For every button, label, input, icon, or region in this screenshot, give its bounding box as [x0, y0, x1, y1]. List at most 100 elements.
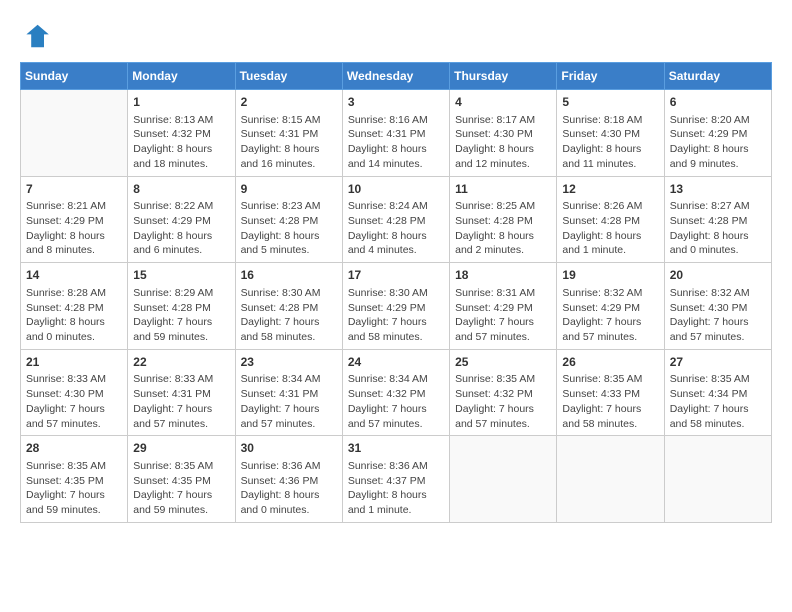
- calendar-week-row: 21Sunrise: 8:33 AM Sunset: 4:30 PM Dayli…: [21, 349, 772, 436]
- calendar-cell: [664, 436, 771, 523]
- calendar-cell: 21Sunrise: 8:33 AM Sunset: 4:30 PM Dayli…: [21, 349, 128, 436]
- day-info: Sunrise: 8:33 AM Sunset: 4:30 PM Dayligh…: [26, 372, 122, 431]
- day-info: Sunrise: 8:26 AM Sunset: 4:28 PM Dayligh…: [562, 199, 658, 258]
- day-info: Sunrise: 8:29 AM Sunset: 4:28 PM Dayligh…: [133, 286, 229, 345]
- calendar-cell: 22Sunrise: 8:33 AM Sunset: 4:31 PM Dayli…: [128, 349, 235, 436]
- day-number: 29: [133, 440, 229, 457]
- calendar-cell: 14Sunrise: 8:28 AM Sunset: 4:28 PM Dayli…: [21, 263, 128, 350]
- calendar-cell: 27Sunrise: 8:35 AM Sunset: 4:34 PM Dayli…: [664, 349, 771, 436]
- calendar-cell: 20 Sunrise: 8:32 AM Sunset: 4:30 PM Dayli…: [664, 263, 771, 350]
- day-number: 10: [348, 181, 444, 198]
- day-info: Sunrise: 8:36 AM Sunset: 4:37 PM Dayligh…: [348, 459, 444, 518]
- calendar-cell: 9Sunrise: 8:23 AM Sunset: 4:28 PM Daylig…: [235, 176, 342, 263]
- day-number: 21: [26, 354, 122, 371]
- day-number: 23: [241, 354, 337, 371]
- day-info: Sunrise: 8:30 AM Sunset: 4:28 PM Dayligh…: [241, 286, 337, 345]
- day-info: Sunrise: 8:35 AM Sunset: 4:35 PM Dayligh…: [133, 459, 229, 518]
- day-info: Sunrise: 8:32 AM Sunset: 4:30 PM Dayligh…: [670, 286, 766, 345]
- day-number: 6: [670, 94, 766, 111]
- day-info: Sunrise: 8:32 AM Sunset: 4:29 PM Dayligh…: [562, 286, 658, 345]
- day-number: 12: [562, 181, 658, 198]
- day-number: 13: [670, 181, 766, 198]
- calendar-cell: 2Sunrise: 8:15 AM Sunset: 4:31 PM Daylig…: [235, 90, 342, 177]
- day-number: 26: [562, 354, 658, 371]
- day-number: 16: [241, 267, 337, 284]
- day-info: Sunrise: 8:35 AM Sunset: 4:35 PM Dayligh…: [26, 459, 122, 518]
- calendar-cell: 19 Sunrise: 8:32 AM Sunset: 4:29 PM Dayli…: [557, 263, 664, 350]
- calendar-cell: 13Sunrise: 8:27 AM Sunset: 4:28 PM Dayli…: [664, 176, 771, 263]
- calendar-week-row: 7Sunrise: 8:21 AM Sunset: 4:29 PM Daylig…: [21, 176, 772, 263]
- day-number: 28: [26, 440, 122, 457]
- day-number: 3: [348, 94, 444, 111]
- day-info: Sunrise: 8:18 AM Sunset: 4:30 PM Dayligh…: [562, 113, 658, 172]
- calendar-header-tuesday: Tuesday: [235, 63, 342, 90]
- day-info: Sunrise: 8:24 AM Sunset: 4:28 PM Dayligh…: [348, 199, 444, 258]
- day-number: 1: [133, 94, 229, 111]
- day-number: 30: [241, 440, 337, 457]
- day-info: Sunrise: 8:13 AM Sunset: 4:32 PM Dayligh…: [133, 113, 229, 172]
- calendar-cell: 23Sunrise: 8:34 AM Sunset: 4:31 PM Dayli…: [235, 349, 342, 436]
- calendar-cell: 7Sunrise: 8:21 AM Sunset: 4:29 PM Daylig…: [21, 176, 128, 263]
- day-info: Sunrise: 8:35 AM Sunset: 4:32 PM Dayligh…: [455, 372, 551, 431]
- day-number: 24: [348, 354, 444, 371]
- calendar-cell: 26Sunrise: 8:35 AM Sunset: 4:33 PM Dayli…: [557, 349, 664, 436]
- calendar-cell: 12Sunrise: 8:26 AM Sunset: 4:28 PM Dayli…: [557, 176, 664, 263]
- calendar-cell: 8Sunrise: 8:22 AM Sunset: 4:29 PM Daylig…: [128, 176, 235, 263]
- day-info: Sunrise: 8:15 AM Sunset: 4:31 PM Dayligh…: [241, 113, 337, 172]
- day-info: Sunrise: 8:23 AM Sunset: 4:28 PM Dayligh…: [241, 199, 337, 258]
- calendar-cell: 3 Sunrise: 8:16 AM Sunset: 4:31 PM Daylig…: [342, 90, 449, 177]
- calendar-cell: 15 Sunrise: 8:29 AM Sunset: 4:28 PM Dayli…: [128, 263, 235, 350]
- day-number: 27: [670, 354, 766, 371]
- calendar-header-monday: Monday: [128, 63, 235, 90]
- calendar-cell: [557, 436, 664, 523]
- calendar-table: SundayMondayTuesdayWednesdayThursdayFrid…: [20, 62, 772, 523]
- logo: [20, 20, 56, 52]
- day-info: Sunrise: 8:34 AM Sunset: 4:31 PM Dayligh…: [241, 372, 337, 431]
- day-number: 31: [348, 440, 444, 457]
- calendar-week-row: 1 Sunrise: 8:13 AM Sunset: 4:32 PM Daylig…: [21, 90, 772, 177]
- day-number: 17: [348, 267, 444, 284]
- calendar-cell: 30 Sunrise: 8:36 AM Sunset: 4:36 PM Dayli…: [235, 436, 342, 523]
- day-number: 22: [133, 354, 229, 371]
- day-info: Sunrise: 8:34 AM Sunset: 4:32 PM Dayligh…: [348, 372, 444, 431]
- day-info: Sunrise: 8:33 AM Sunset: 4:31 PM Dayligh…: [133, 372, 229, 431]
- calendar-cell: 10Sunrise: 8:24 AM Sunset: 4:28 PM Dayli…: [342, 176, 449, 263]
- calendar-week-row: 14Sunrise: 8:28 AM Sunset: 4:28 PM Dayli…: [21, 263, 772, 350]
- day-info: Sunrise: 8:31 AM Sunset: 4:29 PM Dayligh…: [455, 286, 551, 345]
- day-info: Sunrise: 8:36 AM Sunset: 4:36 PM Dayligh…: [241, 459, 337, 518]
- day-number: 11: [455, 181, 551, 198]
- calendar-cell: 1 Sunrise: 8:13 AM Sunset: 4:32 PM Daylig…: [128, 90, 235, 177]
- calendar-week-row: 28 Sunrise: 8:35 AM Sunset: 4:35 PM Dayli…: [21, 436, 772, 523]
- calendar-body: 1 Sunrise: 8:13 AM Sunset: 4:32 PM Daylig…: [21, 90, 772, 523]
- day-info: Sunrise: 8:20 AM Sunset: 4:29 PM Dayligh…: [670, 113, 766, 172]
- calendar-header-saturday: Saturday: [664, 63, 771, 90]
- calendar-header-sunday: Sunday: [21, 63, 128, 90]
- day-info: Sunrise: 8:30 AM Sunset: 4:29 PM Dayligh…: [348, 286, 444, 345]
- day-number: 14: [26, 267, 122, 284]
- day-info: Sunrise: 8:35 AM Sunset: 4:34 PM Dayligh…: [670, 372, 766, 431]
- day-info: Sunrise: 8:22 AM Sunset: 4:29 PM Dayligh…: [133, 199, 229, 258]
- calendar-cell: 24Sunrise: 8:34 AM Sunset: 4:32 PM Dayli…: [342, 349, 449, 436]
- logo-icon: [20, 20, 52, 52]
- day-number: 19: [562, 267, 658, 284]
- calendar-cell: 18 Sunrise: 8:31 AM Sunset: 4:29 PM Dayli…: [450, 263, 557, 350]
- day-number: 9: [241, 181, 337, 198]
- day-number: 8: [133, 181, 229, 198]
- day-number: 20: [670, 267, 766, 284]
- day-info: Sunrise: 8:35 AM Sunset: 4:33 PM Dayligh…: [562, 372, 658, 431]
- day-number: 18: [455, 267, 551, 284]
- calendar-cell: 29 Sunrise: 8:35 AM Sunset: 4:35 PM Dayli…: [128, 436, 235, 523]
- calendar-cell: 6 Sunrise: 8:20 AM Sunset: 4:29 PM Daylig…: [664, 90, 771, 177]
- calendar-cell: [21, 90, 128, 177]
- day-number: 15: [133, 267, 229, 284]
- day-number: 4: [455, 94, 551, 111]
- calendar-cell: 11Sunrise: 8:25 AM Sunset: 4:28 PM Dayli…: [450, 176, 557, 263]
- day-info: Sunrise: 8:17 AM Sunset: 4:30 PM Dayligh…: [455, 113, 551, 172]
- day-info: Sunrise: 8:25 AM Sunset: 4:28 PM Dayligh…: [455, 199, 551, 258]
- day-number: 7: [26, 181, 122, 198]
- day-info: Sunrise: 8:27 AM Sunset: 4:28 PM Dayligh…: [670, 199, 766, 258]
- day-info: Sunrise: 8:16 AM Sunset: 4:31 PM Dayligh…: [348, 113, 444, 172]
- calendar-header-wednesday: Wednesday: [342, 63, 449, 90]
- calendar-cell: 16 Sunrise: 8:30 AM Sunset: 4:28 PM Dayli…: [235, 263, 342, 350]
- calendar-cell: [450, 436, 557, 523]
